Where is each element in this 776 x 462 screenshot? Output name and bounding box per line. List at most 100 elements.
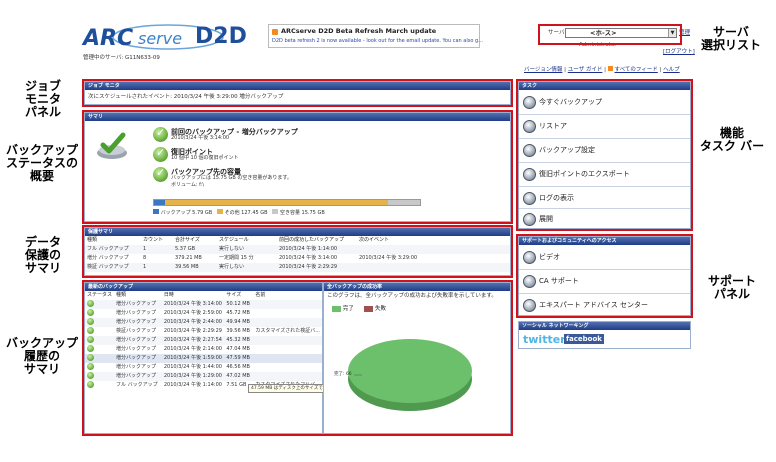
next-event-text: 次にスケジュールされたイベント: 2010/3/24 午後 3:29:00 増分… — [88, 94, 284, 100]
table-row[interactable]: 増分バックアップ 2010/3/24 午後 3:14:00 50.12 MB — [85, 300, 322, 309]
table-row[interactable]: 増分バックアップ 2010/3/24 午後 2:59:00 45.72 MB — [85, 309, 322, 318]
destination-capacity-detail: バックアップには 15.75 GB の空き容量があります。 — [171, 175, 292, 181]
cell: 1 — [143, 246, 147, 252]
facebook-link[interactable]: facebook — [564, 334, 604, 344]
restore-icon — [523, 119, 536, 133]
success-pie-chart — [348, 339, 472, 411]
protection-table: 種類 カウント 合計サイズ スケジュール 前回の成功したバックアップ 次のイベン… — [85, 236, 510, 272]
table-row[interactable]: 増分バックアップ 2010/3/24 午後 2:27:54 45.32 MB — [85, 336, 322, 345]
legend-backup: バックアップ 5.79 GB — [160, 210, 213, 216]
cell: 46.56 MB — [226, 364, 250, 370]
video-link[interactable]: ビデオ — [519, 246, 690, 268]
cell: 2010/3/24 午後 2:59:00 — [163, 310, 222, 316]
col-last-success: 前回の成功したバックアップ — [279, 237, 345, 243]
cell: 増分バックアップ — [116, 337, 157, 343]
help-question-icon — [523, 298, 536, 312]
product-logo: ARC serve D2D — [83, 24, 247, 51]
cell: 2010/3/24 午後 1:29:00 — [163, 373, 222, 379]
cell — [253, 300, 322, 309]
legend-failed: 失敗 — [375, 306, 387, 312]
cell — [357, 263, 510, 272]
legend-complete-swatch — [332, 305, 341, 312]
server-admin-link[interactable]: 管理 — [679, 30, 690, 37]
recovery-point-check-icon — [153, 146, 168, 162]
news-title[interactable]: ARCserve D2D Beta Refresh March update — [281, 27, 436, 35]
callout-data-protection: データ 保護の サマリ — [24, 235, 61, 275]
support-panel: サポートおよびコミュニティへのアクセス ビデオ CA サポート エキスパート ア… — [518, 236, 691, 316]
view-logs-button[interactable]: ログの表示 — [519, 187, 690, 209]
backup-settings-button[interactable]: バックアップ設定 — [519, 139, 690, 161]
summary-status-icon — [95, 131, 129, 161]
deploy-button[interactable]: 展開 — [519, 208, 690, 230]
cell: 379.21 MB — [175, 255, 202, 261]
export-recovery-point-button[interactable]: 復旧ポイントのエクスポート — [519, 163, 690, 185]
status-cell — [85, 300, 114, 309]
cell: カスタマイズされた検証バ... — [255, 328, 320, 334]
header-links: バージョン情報 | ユーザ ガイド | すべてのフィード | ヘルプ — [524, 66, 680, 73]
cell: 2010/3/24 午後 2:27:54 — [163, 337, 222, 343]
social-panel: ソーシャル ネットワーキング twitter facebook — [518, 321, 691, 349]
success-rate-title: 全バックアップの成功率 — [324, 283, 510, 291]
expert-advice-link[interactable]: エキスパート アドバイス センター — [519, 294, 690, 316]
cell: フル バックアップ — [116, 382, 158, 388]
table-row[interactable]: 増分バックアップ 2010/3/24 午後 1:59:00 47.59 MB — [85, 354, 322, 363]
social-title: ソーシャル ネットワーキング — [519, 322, 690, 330]
table-row[interactable]: 増分バックアップ 2010/3/24 午後 1:29:00 47.02 MB — [85, 372, 322, 381]
storage-bar — [153, 199, 421, 206]
table-row[interactable]: 検証バックアップ 2010/3/24 午後 2:29:29 39.56 MB カスタマ… — [85, 327, 322, 336]
cell: 増分 バックアップ — [87, 255, 129, 261]
cell: 2010/3/24 午後 1:14:00 — [163, 382, 222, 388]
server-select[interactable]: <ホ-ス> ▼ — [565, 28, 677, 38]
cell: 増分バックアップ — [116, 346, 157, 352]
task-label: 展開 — [539, 215, 553, 223]
cell: 2010/3/24 午後 1:59:00 — [163, 355, 222, 361]
cell: 2010/3/24 午後 2:29:29 — [279, 264, 338, 270]
cell: 増分バックアップ — [116, 301, 157, 307]
cell: フル バックアップ — [87, 246, 129, 252]
size-tooltip: 47.59 MB はディスク上のサイズです — [248, 384, 331, 393]
video-icon — [523, 250, 536, 264]
news-feed[interactable]: ARCserve D2D Beta Refresh March update D… — [268, 24, 483, 48]
help-link[interactable]: ヘルプ — [663, 67, 680, 73]
last-backup-check-icon — [153, 126, 168, 142]
status-cell — [85, 309, 114, 318]
table-row[interactable]: 増分バックアップ 2010/3/24 午後 1:44:00 46.56 MB — [85, 363, 322, 372]
summary-panel: サマリ 前回のバックアップ - 増分バックアップ 2010/3/24 午後 3:… — [84, 112, 511, 222]
summary-title: サマリ — [85, 113, 510, 121]
export-icon — [523, 167, 536, 181]
success-check-icon — [87, 327, 94, 334]
cell: 49.94 MB — [226, 319, 250, 325]
col-type: 種類 — [116, 292, 127, 298]
legend-free: 空き容量 15.75 GB — [279, 210, 325, 216]
table-row: フル バックアップ 1 5.37 GB 実行しない 2010/3/24 午後 1:14:… — [85, 245, 510, 254]
backup-now-button[interactable]: 今すぐバックアップ — [519, 91, 690, 113]
success-check-icon — [87, 381, 94, 388]
ca-support-link[interactable]: CA サポート — [519, 270, 690, 292]
deploy-icon — [523, 212, 536, 226]
restore-button[interactable]: リストア — [519, 115, 690, 137]
protection-header-row: 種類 カウント 合計サイズ スケジュール 前回の成功したバックアップ 次のイベン… — [85, 236, 510, 245]
recovery-point-detail: 10 個中 10 個の復旧ポイント — [171, 155, 239, 161]
all-feeds-link[interactable]: すべてのフィード — [615, 67, 658, 73]
job-monitor-title: ジョブ モニタ — [85, 82, 510, 90]
cell — [253, 336, 322, 345]
cell: 一定期間 15 分 — [219, 255, 254, 261]
table-row[interactable]: 増分バックアップ 2010/3/24 午後 2:14:00 47.04 MB — [85, 345, 322, 354]
backup-history-panel: 最新のバックアップ ステータス 種類 日時 サイズ 名前 増分バックアップ 201… — [84, 282, 331, 434]
cell: 実行しない — [219, 246, 245, 252]
support-icon — [523, 274, 536, 288]
col-size: サイズ — [226, 292, 242, 298]
about-link[interactable]: バージョン情報 — [524, 67, 562, 73]
logout-link[interactable]: [ログアウト] — [663, 49, 695, 56]
cell: 2010/3/24 午後 2:44:00 — [163, 319, 222, 325]
cell — [253, 345, 322, 354]
user-guide-link[interactable]: ユーザ ガイド — [568, 67, 603, 73]
history-header-row: ステータス 種類 日時 サイズ 名前 — [85, 291, 322, 300]
twitter-link[interactable]: twitter — [523, 333, 566, 346]
pie-slice-label: 完了: 66 — [334, 372, 352, 377]
status-cell — [85, 336, 114, 345]
cell — [253, 363, 322, 372]
cell: 39.56 MB — [175, 264, 199, 270]
success-check-icon — [87, 372, 94, 379]
table-row[interactable]: 増分バックアップ 2010/3/24 午後 2:44:00 49.94 MB — [85, 318, 322, 327]
